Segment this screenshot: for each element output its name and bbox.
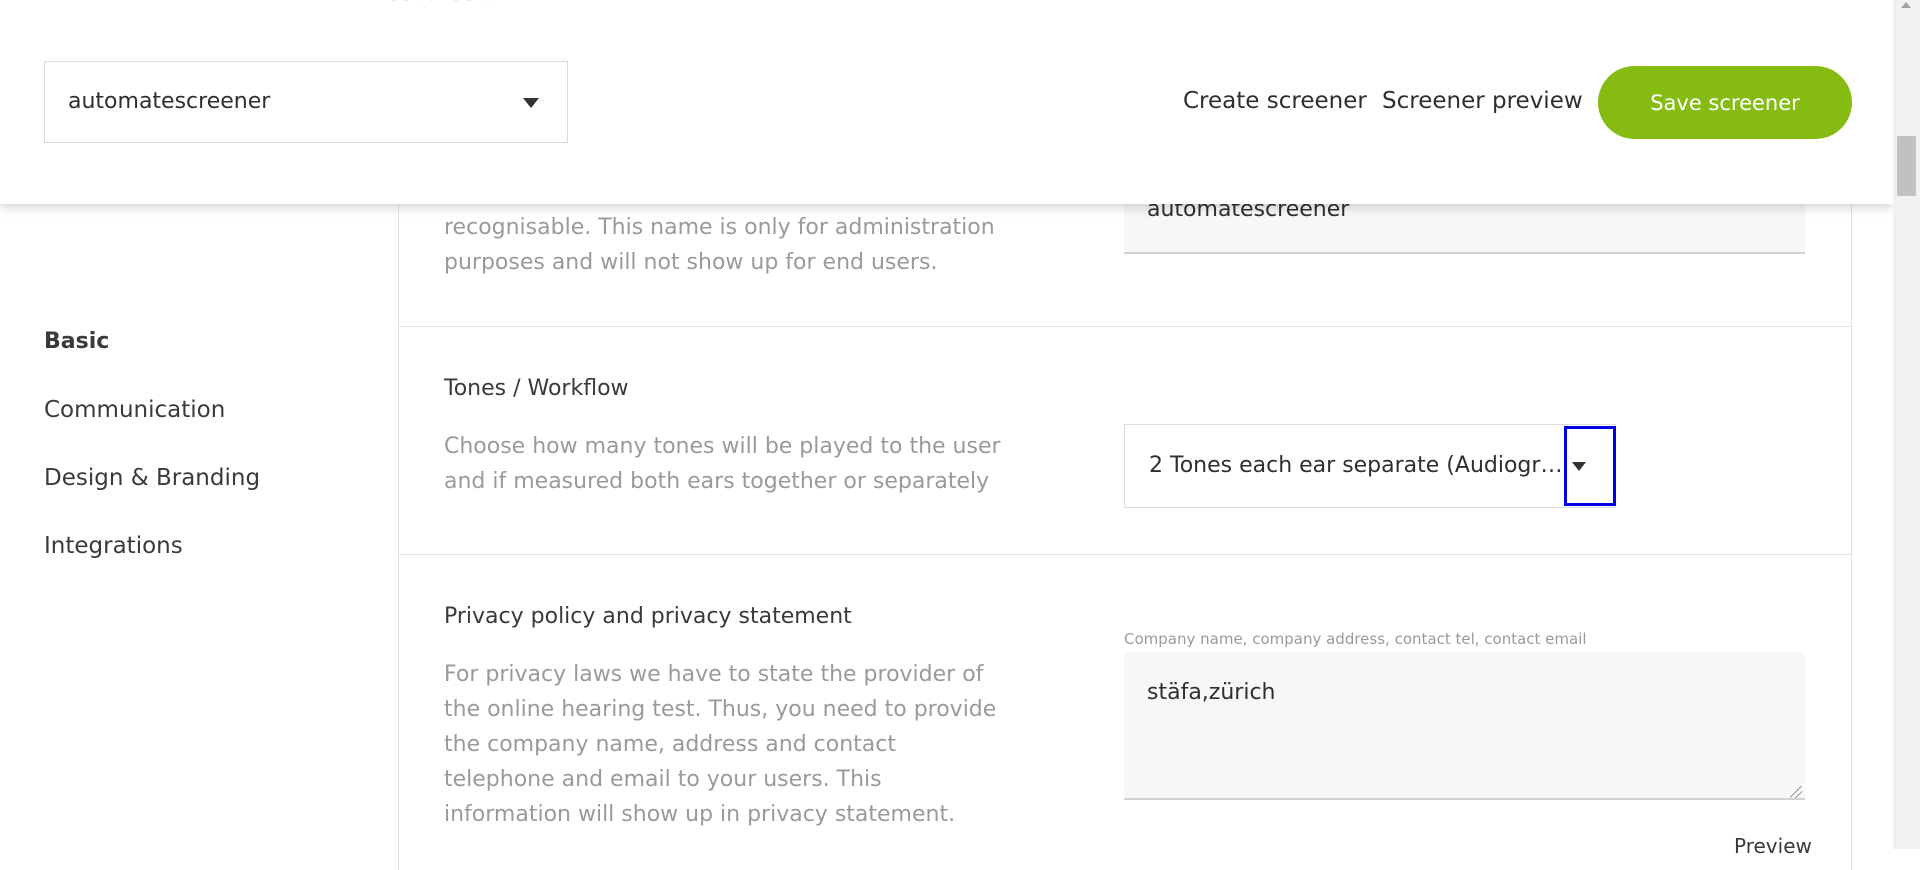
save-screener-button[interactable]: Save screener: [1598, 66, 1852, 139]
dropdown-arrow-highlight: [1564, 426, 1616, 506]
tones-section-description: Choose how many tones will be played to …: [444, 434, 1001, 494]
page-scrollbar[interactable]: [1893, 0, 1920, 849]
privacy-section-title: Privacy policy and privacy statement: [444, 604, 852, 629]
sidebar-item-design-branding[interactable]: Design & Branding: [44, 465, 260, 491]
chevron-down-icon: [523, 98, 539, 108]
sidebar-item-integrations[interactable]: Integrations: [44, 533, 183, 559]
clipped-text-fragment: [ ] ( ) / [ ] ( ): [390, 0, 770, 2]
create-screener-link[interactable]: Create screener: [1183, 88, 1367, 114]
sidebar-item-basic[interactable]: Basic: [44, 329, 109, 354]
screener-select[interactable]: automatescreener: [44, 61, 568, 143]
resize-grip-icon[interactable]: [1790, 786, 1802, 798]
top-header-bar: [ ] ( ) / [ ] ( ) automatescreener Creat…: [0, 0, 1893, 204]
tones-workflow-select[interactable]: 2 Tones each ear separate (Audiogram Pr…: [1124, 424, 1616, 508]
screener-preview-link[interactable]: Screener preview: [1382, 88, 1583, 114]
screener-select-value: automatescreener: [68, 89, 271, 114]
name-section-description: recognisable. This name is only for admi…: [444, 215, 995, 275]
scroll-thumb[interactable]: [1897, 136, 1916, 196]
privacy-company-textarea[interactable]: stäfa,zürich: [1124, 652, 1805, 800]
section-divider: [398, 554, 1852, 555]
tones-workflow-selected-value: 2 Tones each ear separate (Audiogram Pr…: [1149, 453, 1569, 478]
privacy-preview-link[interactable]: Preview: [1734, 834, 1812, 858]
sidebar-item-communication[interactable]: Communication: [44, 397, 225, 423]
tones-section-title: Tones / Workflow: [444, 376, 629, 401]
privacy-section-description: For privacy laws we have to state the pr…: [444, 662, 997, 827]
section-divider: [398, 326, 1852, 327]
privacy-field-hint: Company name, company address, contact t…: [1124, 630, 1587, 648]
scroll-up-arrow-icon[interactable]: [1901, 2, 1911, 8]
